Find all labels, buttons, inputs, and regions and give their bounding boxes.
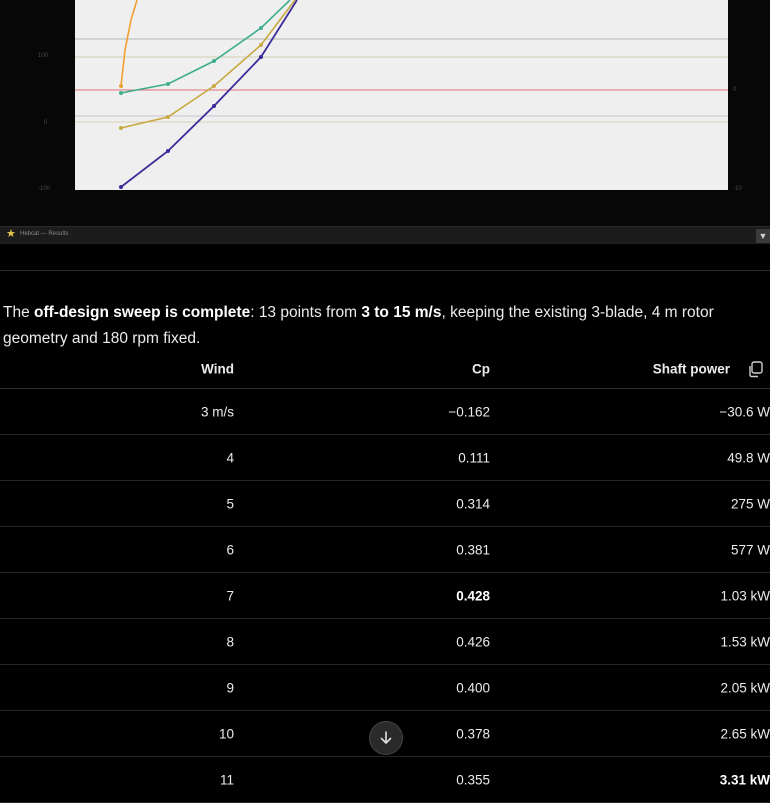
cell-wind: 10 bbox=[218, 726, 234, 741]
cell-shaft-power: 1.53 kW bbox=[720, 634, 770, 649]
star-icon: ★ bbox=[6, 228, 16, 240]
series-point bbox=[166, 115, 170, 119]
plot-area bbox=[75, 0, 728, 190]
arrow-down-icon bbox=[380, 731, 392, 744]
table-header-row: Wind Cp Shaft power bbox=[0, 350, 770, 389]
cell-cp: 0.381 bbox=[456, 542, 490, 557]
cell-wind: 8 bbox=[226, 634, 234, 649]
cell-shaft-power: 1.03 kW bbox=[720, 588, 770, 603]
embedded-plot-screenshot: 100 0 -100 0 -10 ★ Hebcat — Results ▼ bbox=[0, 0, 770, 245]
cell-wind: 9 bbox=[226, 680, 234, 695]
series-line-orange bbox=[120, 0, 138, 87]
cell-cp: 0.314 bbox=[456, 496, 490, 511]
series-point bbox=[119, 126, 123, 130]
header-shaft-power: Shaft power bbox=[652, 361, 730, 377]
series-point bbox=[212, 104, 216, 108]
y-tick-label: -100 bbox=[38, 186, 51, 192]
series-point bbox=[119, 185, 123, 189]
plot-svg bbox=[75, 0, 728, 189]
series-point bbox=[166, 149, 170, 153]
summary-bold: off-design sweep is complete bbox=[34, 304, 251, 321]
table-row: 6 0.381 577 W bbox=[0, 527, 770, 573]
screenshot-caption: Hebcat — Results bbox=[20, 231, 69, 237]
y-tick-label: 100 bbox=[38, 53, 49, 59]
summary-text: The bbox=[3, 304, 35, 321]
cell-shaft-power: 577 W bbox=[730, 542, 770, 557]
cell-wind: 6 bbox=[226, 542, 234, 557]
cell-wind: 3 m/s bbox=[200, 404, 234, 419]
cell-cp: 0.111 bbox=[458, 450, 490, 465]
cell-shaft-power: 275 W bbox=[730, 496, 770, 511]
cell-wind: 4 bbox=[226, 450, 234, 465]
series-line-indigo bbox=[120, 0, 298, 188]
series-point bbox=[259, 43, 263, 47]
cell-wind: 7 bbox=[226, 588, 234, 603]
series-point bbox=[119, 91, 123, 95]
series-point bbox=[259, 26, 263, 30]
right-tick-label: 0 bbox=[733, 87, 737, 93]
cell-shaft-power: 2.65 kW bbox=[720, 726, 770, 741]
series-point bbox=[212, 84, 216, 88]
summary-paragraph: The off-design sweep is complete: 13 poi… bbox=[3, 300, 753, 352]
cell-cp: 0.400 bbox=[456, 680, 490, 695]
series-point bbox=[259, 55, 263, 59]
right-tick-label: -10 bbox=[733, 186, 742, 192]
series-point bbox=[212, 59, 216, 63]
table-row: 11 0.355 3.31 kW bbox=[0, 757, 770, 803]
cell-wind: 5 bbox=[226, 496, 234, 511]
table-row: 9 0.400 2.05 kW bbox=[0, 665, 770, 711]
table-row: 5 0.314 275 W bbox=[0, 481, 770, 527]
screenshot-status-bar bbox=[0, 226, 770, 244]
copy-icon[interactable] bbox=[747, 360, 765, 378]
header-wind: Wind bbox=[201, 361, 234, 377]
y-tick-label: 0 bbox=[44, 120, 48, 126]
series-line-green bbox=[120, 0, 291, 94]
summary-text: : 13 points from bbox=[250, 304, 362, 321]
cell-cp: −0.162 bbox=[448, 404, 490, 419]
table-row: 3 m/s −0.162 −30.6 W bbox=[0, 389, 770, 435]
cell-cp: 0.378 bbox=[456, 726, 490, 741]
cell-cp: 0.428 bbox=[456, 588, 490, 603]
table-row: 7 0.428 1.03 kW bbox=[0, 573, 770, 619]
table-row: 8 0.426 1.53 kW bbox=[0, 619, 770, 665]
cell-shaft-power: 49.8 W bbox=[727, 450, 770, 465]
cell-cp: 0.426 bbox=[456, 634, 490, 649]
divider bbox=[0, 270, 770, 271]
header-cp: Cp bbox=[472, 361, 490, 377]
cell-shaft-power: −30.6 W bbox=[719, 404, 770, 419]
scroll-to-bottom-button[interactable] bbox=[369, 721, 403, 755]
series-point bbox=[119, 84, 123, 88]
table-row: 4 0.111 49.8 W bbox=[0, 435, 770, 481]
summary-bold: 3 to 15 m/s bbox=[361, 304, 442, 321]
scroll-down-arrow-icon[interactable]: ▼ bbox=[756, 229, 770, 243]
series-point bbox=[166, 82, 170, 86]
cell-shaft-power: 2.05 kW bbox=[720, 680, 770, 695]
